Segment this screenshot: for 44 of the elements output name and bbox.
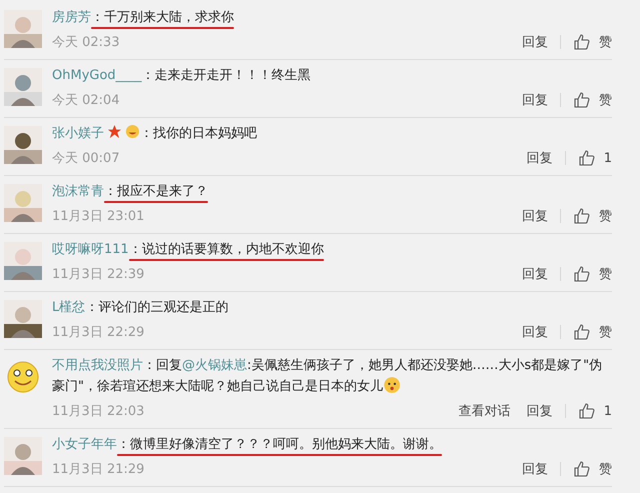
comment-time: 11月3日 23:01 [52,208,144,225]
like-count[interactable]: 赞 [599,323,612,341]
action-link[interactable]: 回复 [526,149,553,167]
thumbs-up-icon[interactable] [578,149,596,167]
thumbs-up-icon[interactable] [573,265,591,283]
like-count[interactable]: 赞 [599,91,612,109]
thumbs-up-icon[interactable] [578,402,596,420]
comment-text: 房房芳：千万别来大陆，求求你 [52,8,612,28]
like-count[interactable]: 赞 [599,33,612,51]
thumbs-up-icon[interactable] [573,33,591,51]
comment-time: 11月3日 21:29 [52,461,144,478]
comment-text: 哎呀嘛呀111：说过的话要算数，内地不欢迎你 [52,240,612,260]
thumbs-up-icon[interactable] [573,91,591,109]
thumbs-up-icon[interactable] [573,207,591,225]
like-count[interactable]: 赞 [599,460,612,478]
comment-text: 张小媄子 ：找你的日本妈妈吧 [52,124,258,143]
action-link[interactable]: 回复 [522,33,548,51]
like-count[interactable]: 1 [604,404,612,418]
like-count[interactable]: 赞 [599,265,612,283]
star-icon [107,124,122,139]
action-link[interactable]: 回复 [522,207,548,225]
comment-time: 今天 00:07 [52,150,120,167]
comment-text: 不用点我没照片：回复@火锅妹崽:吴佩慈生俩孩子了，她男人都还没娶她……大小s都是嫁了"伪豪门"，徐若瑄还想来大陆呢？她自己说自己是日本的女儿 [52,357,604,396]
emoji-icon [125,124,140,139]
action-link[interactable]: 回复 [522,91,548,109]
action-link[interactable]: 回复 [526,402,553,420]
action-link[interactable]: 回复 [522,460,548,478]
comment-text: L槿忿：评论们的三观还是正的 [52,299,230,317]
comment-text: OhMyGod____：走来走开走开！！！终生黑 [52,67,312,85]
action-link[interactable]: 回复 [522,265,548,283]
comment-text: 小女子年年：微博里好像清空了？？？呵呵。别他妈来大陆。谢谢。 [52,435,612,455]
comment-time: 今天 02:04 [52,92,120,109]
comment-time: 11月3日 22:39 [52,266,144,283]
emoji-icon [382,376,401,394]
comment-time: 11月3日 22:03 [52,403,144,420]
comment-text: 泡沫常青：报应不是来了？ [52,182,612,202]
thumbs-up-icon[interactable] [573,323,591,341]
thumbs-up-icon[interactable] [573,460,591,478]
like-count[interactable]: 1 [604,150,612,166]
action-link[interactable]: 查看对话 [458,402,511,420]
action-link[interactable]: 回复 [522,323,548,341]
like-count[interactable]: 赞 [599,207,612,225]
comment-time: 今天 02:33 [52,34,120,51]
comment-time: 11月3日 22:29 [52,324,144,341]
